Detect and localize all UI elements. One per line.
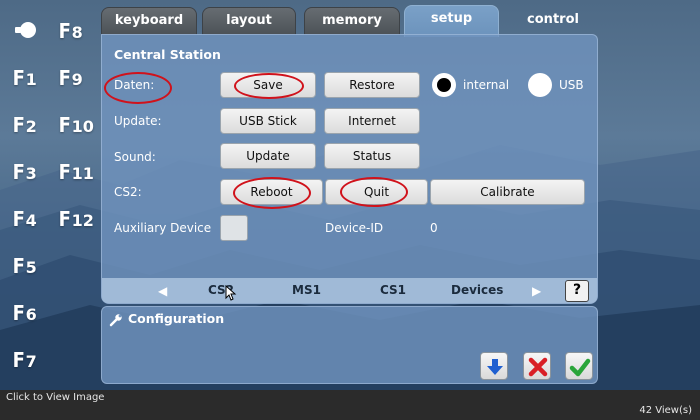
fkey-f11[interactable]: F11	[58, 155, 98, 189]
tab-keyboard[interactable]: keyboard	[101, 7, 197, 35]
view-count: 42 View(s)	[639, 405, 692, 416]
cancel-button[interactable]	[523, 352, 551, 380]
daten-label: Daten:	[114, 78, 155, 92]
cs2-label: CS2:	[114, 185, 142, 199]
update-label: Update:	[114, 114, 162, 128]
tab-setup[interactable]: setup	[404, 5, 499, 37]
device-id-value: 0	[430, 221, 438, 235]
fkey-f1[interactable]: F1	[12, 61, 52, 95]
confirm-button[interactable]	[565, 352, 593, 380]
subtab-cs1[interactable]: CS1	[380, 283, 406, 297]
fkey-f5[interactable]: F5	[12, 249, 52, 283]
tab-control[interactable]: control	[505, 7, 601, 35]
function-key-column: F8 F1 F9 F2 F10 F3 F11 F4 F12 F5 F6 F7	[0, 0, 100, 390]
lightbulb-icon[interactable]	[13, 18, 39, 44]
internet-button[interactable]: Internet	[324, 108, 420, 134]
quit-button[interactable]: Quit	[325, 179, 428, 205]
fkey-f4[interactable]: F4	[12, 202, 52, 236]
checkmark-icon	[569, 358, 591, 377]
internal-radio[interactable]	[432, 73, 456, 97]
usb-label: USB	[559, 78, 584, 92]
tab-memory[interactable]: memory	[304, 7, 400, 35]
fkey-f3[interactable]: F3	[12, 155, 52, 189]
move-down-button[interactable]	[480, 352, 508, 380]
usb-radio[interactable]	[528, 73, 552, 97]
fkey-f7[interactable]: F7	[12, 343, 52, 377]
fkey-f12[interactable]: F12	[58, 202, 98, 236]
wrench-icon	[109, 314, 122, 327]
save-button[interactable]: Save	[220, 72, 316, 98]
device-id-label: Device-ID	[325, 221, 384, 235]
panel-title: Central Station	[114, 47, 221, 62]
arrow-down-icon	[487, 359, 503, 375]
subtab-ms1[interactable]: MS1	[292, 283, 321, 297]
status-button[interactable]: Status	[324, 143, 420, 169]
chevron-right-icon[interactable]: ▶	[532, 284, 541, 298]
usb-stick-button[interactable]: USB Stick	[220, 108, 316, 134]
fkey-f6[interactable]: F6	[12, 296, 52, 330]
chevron-left-icon[interactable]: ◀	[158, 284, 167, 298]
sound-label: Sound:	[114, 150, 156, 164]
click-to-view-link[interactable]: Click to View Image	[6, 392, 104, 403]
screen-area: F8 F1 F9 F2 F10 F3 F11 F4 F12 F5 F6 F7 k…	[0, 0, 700, 390]
reboot-button[interactable]: Reboot	[220, 179, 323, 205]
fkey-f10[interactable]: F10	[58, 108, 98, 142]
restore-button[interactable]: Restore	[324, 72, 420, 98]
close-icon	[528, 357, 548, 377]
internal-label: internal	[463, 78, 510, 92]
configuration-title: Configuration	[128, 311, 225, 326]
mouse-cursor-icon	[225, 285, 237, 301]
tab-layout[interactable]: layout	[202, 7, 296, 35]
calibrate-button[interactable]: Calibrate	[430, 179, 585, 205]
fkey-f8[interactable]: F8	[58, 14, 98, 48]
auxiliary-device-label: Auxiliary Device	[114, 221, 212, 235]
status-bar	[0, 390, 700, 420]
sound-update-button[interactable]: Update	[220, 143, 316, 169]
subtab-strip	[102, 278, 597, 303]
auxiliary-device-checkbox[interactable]	[220, 215, 248, 241]
help-button[interactable]: ?	[565, 280, 589, 302]
subtab-devices[interactable]: Devices	[451, 283, 503, 297]
fkey-f9[interactable]: F9	[58, 61, 98, 95]
fkey-f2[interactable]: F2	[12, 108, 52, 142]
